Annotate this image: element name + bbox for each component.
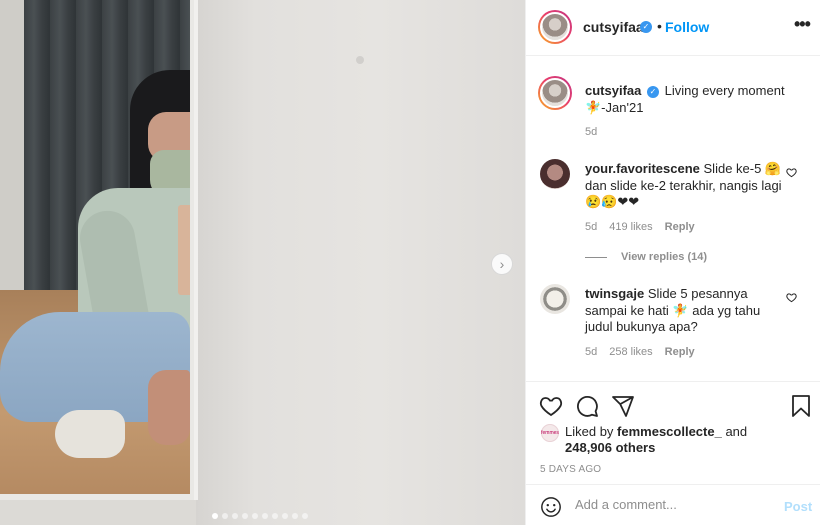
heart-icon[interactable] [539, 394, 563, 418]
post-photo: › [0, 0, 525, 525]
phone [178, 205, 190, 295]
comment-meta: 5d 419 likes Reply [585, 221, 695, 233]
caption-text: cutsyifaa ✓ Living every moment🧚-Jan'21 [585, 83, 785, 116]
wall-dot [356, 56, 364, 64]
likes-prefix: Liked by [565, 424, 614, 439]
post-actions: femmes Liked by femmescollecte_ and 248,… [526, 381, 820, 525]
comment-input[interactable] [575, 497, 775, 512]
verified-badge-icon: ✓ [640, 21, 652, 33]
shoe [55, 410, 125, 458]
comment-like-heart-icon[interactable] [786, 167, 797, 178]
mirror-reflection [0, 0, 190, 494]
follow-button[interactable]: Follow [665, 19, 709, 35]
carousel-dot [272, 513, 278, 519]
carousel-dot [302, 513, 308, 519]
carousel-dot [232, 513, 238, 519]
divider-line [585, 256, 607, 258]
share-icon[interactable] [611, 394, 635, 418]
comment-text: twinsgaje Slide 5 pesannya sampai ke hat… [585, 286, 785, 336]
carousel-dot [282, 513, 288, 519]
caption-meta: 5d [585, 126, 597, 138]
likes-summary: femmes Liked by femmescollecte_ and 248,… [541, 424, 785, 456]
avatar-image [540, 12, 570, 42]
post-side-panel: cutsyifaa ✓ • Follow ••• cutsyifaa ✓ Liv… [525, 0, 820, 525]
carousel-dot [262, 513, 268, 519]
reply-button[interactable]: Reply [665, 346, 695, 358]
verified-badge-icon: ✓ [647, 86, 659, 98]
carousel-dot [222, 513, 228, 519]
caption-username[interactable]: cutsyifaa [585, 83, 641, 98]
comment-meta: 5d 258 likes Reply [585, 346, 695, 358]
wall-background [196, 0, 525, 525]
comment-username[interactable]: twinsgaje [585, 286, 644, 301]
mirror-frame [0, 0, 198, 500]
comment-icon[interactable] [575, 394, 599, 418]
hand [148, 370, 190, 445]
comment-age: 5d [585, 346, 598, 358]
likes-others-count[interactable]: 248,906 others [565, 440, 655, 455]
carousel-dots [212, 513, 308, 519]
author-username[interactable]: cutsyifaa [583, 19, 644, 35]
comment-username[interactable]: your.favoritescene [585, 161, 700, 176]
post-comment-button[interactable]: Post [784, 499, 812, 514]
comment-like-heart-icon[interactable] [786, 292, 797, 303]
post-timestamp: 5 DAYS AGO [540, 464, 602, 475]
add-comment-bar: Post [526, 484, 820, 525]
comment-likes[interactable]: 258 likes [609, 346, 652, 358]
caption-avatar[interactable] [538, 76, 572, 110]
commenter-avatar[interactable] [540, 159, 570, 189]
chevron-right-icon: › [499, 256, 505, 272]
author-avatar[interactable] [538, 10, 572, 44]
view-replies-button[interactable]: View replies (14) [585, 251, 707, 263]
likes-text: Liked by femmescollecte_ and 248,906 oth… [565, 424, 785, 456]
carousel-dot [292, 513, 298, 519]
carousel-next-button[interactable]: › [491, 253, 513, 275]
bookmark-icon[interactable] [789, 394, 813, 418]
comment-age: 5d [585, 221, 598, 233]
avatar-image [540, 78, 570, 108]
comment-likes[interactable]: 419 likes [609, 221, 652, 233]
commenter-avatar[interactable] [540, 284, 570, 314]
post-header: cutsyifaa ✓ • Follow ••• [526, 0, 820, 56]
reply-button[interactable]: Reply [665, 221, 695, 233]
carousel-dot [212, 513, 218, 519]
liker-avatar[interactable]: femmes [541, 424, 559, 442]
carousel-dot [252, 513, 258, 519]
likes-and: and [725, 424, 748, 439]
comment-text: your.favoritescene Slide ke-5 🤗 dan slid… [585, 161, 785, 211]
separator-dot: • [657, 18, 662, 34]
more-options-icon[interactable]: ••• [794, 14, 811, 35]
caption-age: 5d [585, 126, 598, 138]
view-replies-label: View replies (14) [621, 251, 708, 263]
carousel-dot [242, 513, 248, 519]
emoji-icon[interactable] [540, 496, 562, 518]
liker-username[interactable]: femmescollecte_ [617, 424, 722, 439]
